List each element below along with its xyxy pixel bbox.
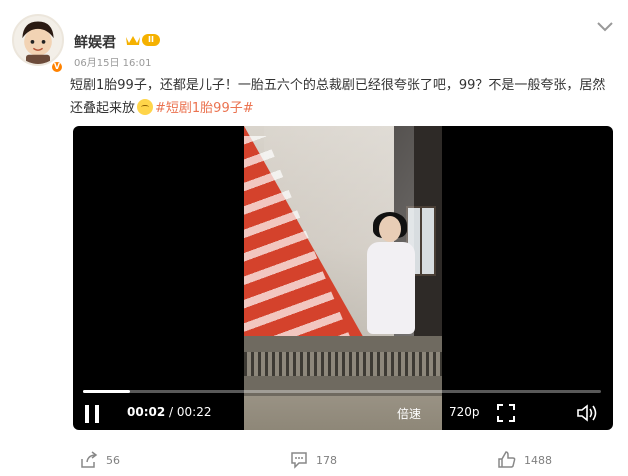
fullscreen-icon[interactable] [497,404,515,422]
action-bar: 56 178 1488 [0,448,628,476]
person-body [367,242,415,334]
video-player[interactable]: 00:02 / 00:22 倍速 720p [73,126,613,430]
repost-count: 56 [106,453,120,467]
pause-icon[interactable] [83,404,101,424]
video-controls: 00:02 / 00:22 倍速 720p [73,380,613,430]
repost-icon [81,451,98,468]
quality-button[interactable]: 720p [449,405,480,419]
person-head [379,216,401,242]
duration: 00:22 [176,405,212,419]
like-icon [498,451,516,468]
progress-fill [83,390,130,393]
speed-button[interactable]: 倍速 [397,405,421,422]
comment-count: 178 [316,453,337,467]
post-timestamp[interactable]: 06月15日 16:01 [74,54,151,69]
crown-icon [126,36,140,45]
author-name[interactable]: 鲜娱君 [74,32,116,52]
like-button[interactable]: 1488 [498,448,552,472]
post-text: 短剧1胎99子，还都是儿子！一胎五六个的总裁剧已经很夸张了吧，99？不是一般夸张… [70,74,610,120]
current-time: 00:02 [127,405,166,419]
person-figure [359,212,419,336]
hashtag-link[interactable]: #短剧1胎99子# [155,101,254,116]
progress-bar[interactable] [83,390,601,393]
chevron-down-icon[interactable] [596,20,614,34]
comment-button[interactable]: 178 [290,448,337,472]
like-count: 1488 [524,453,552,467]
avatar[interactable] [12,14,64,66]
smirk-emoji-icon [137,99,154,115]
level-badge: II [142,34,160,46]
avatar-illustration [22,21,54,64]
time-separator: / [165,405,177,419]
volume-icon[interactable] [577,404,599,422]
time-display: 00:02 / 00:22 [127,405,211,419]
repost-button[interactable]: 56 [80,448,120,472]
rank-badge: II [125,32,160,48]
avatar-badge-icon: V [50,60,64,74]
post-header: V 鲜娱君 II 06月15日 16:01 [12,14,616,74]
comment-icon [291,452,307,469]
bed-edge [244,352,442,376]
